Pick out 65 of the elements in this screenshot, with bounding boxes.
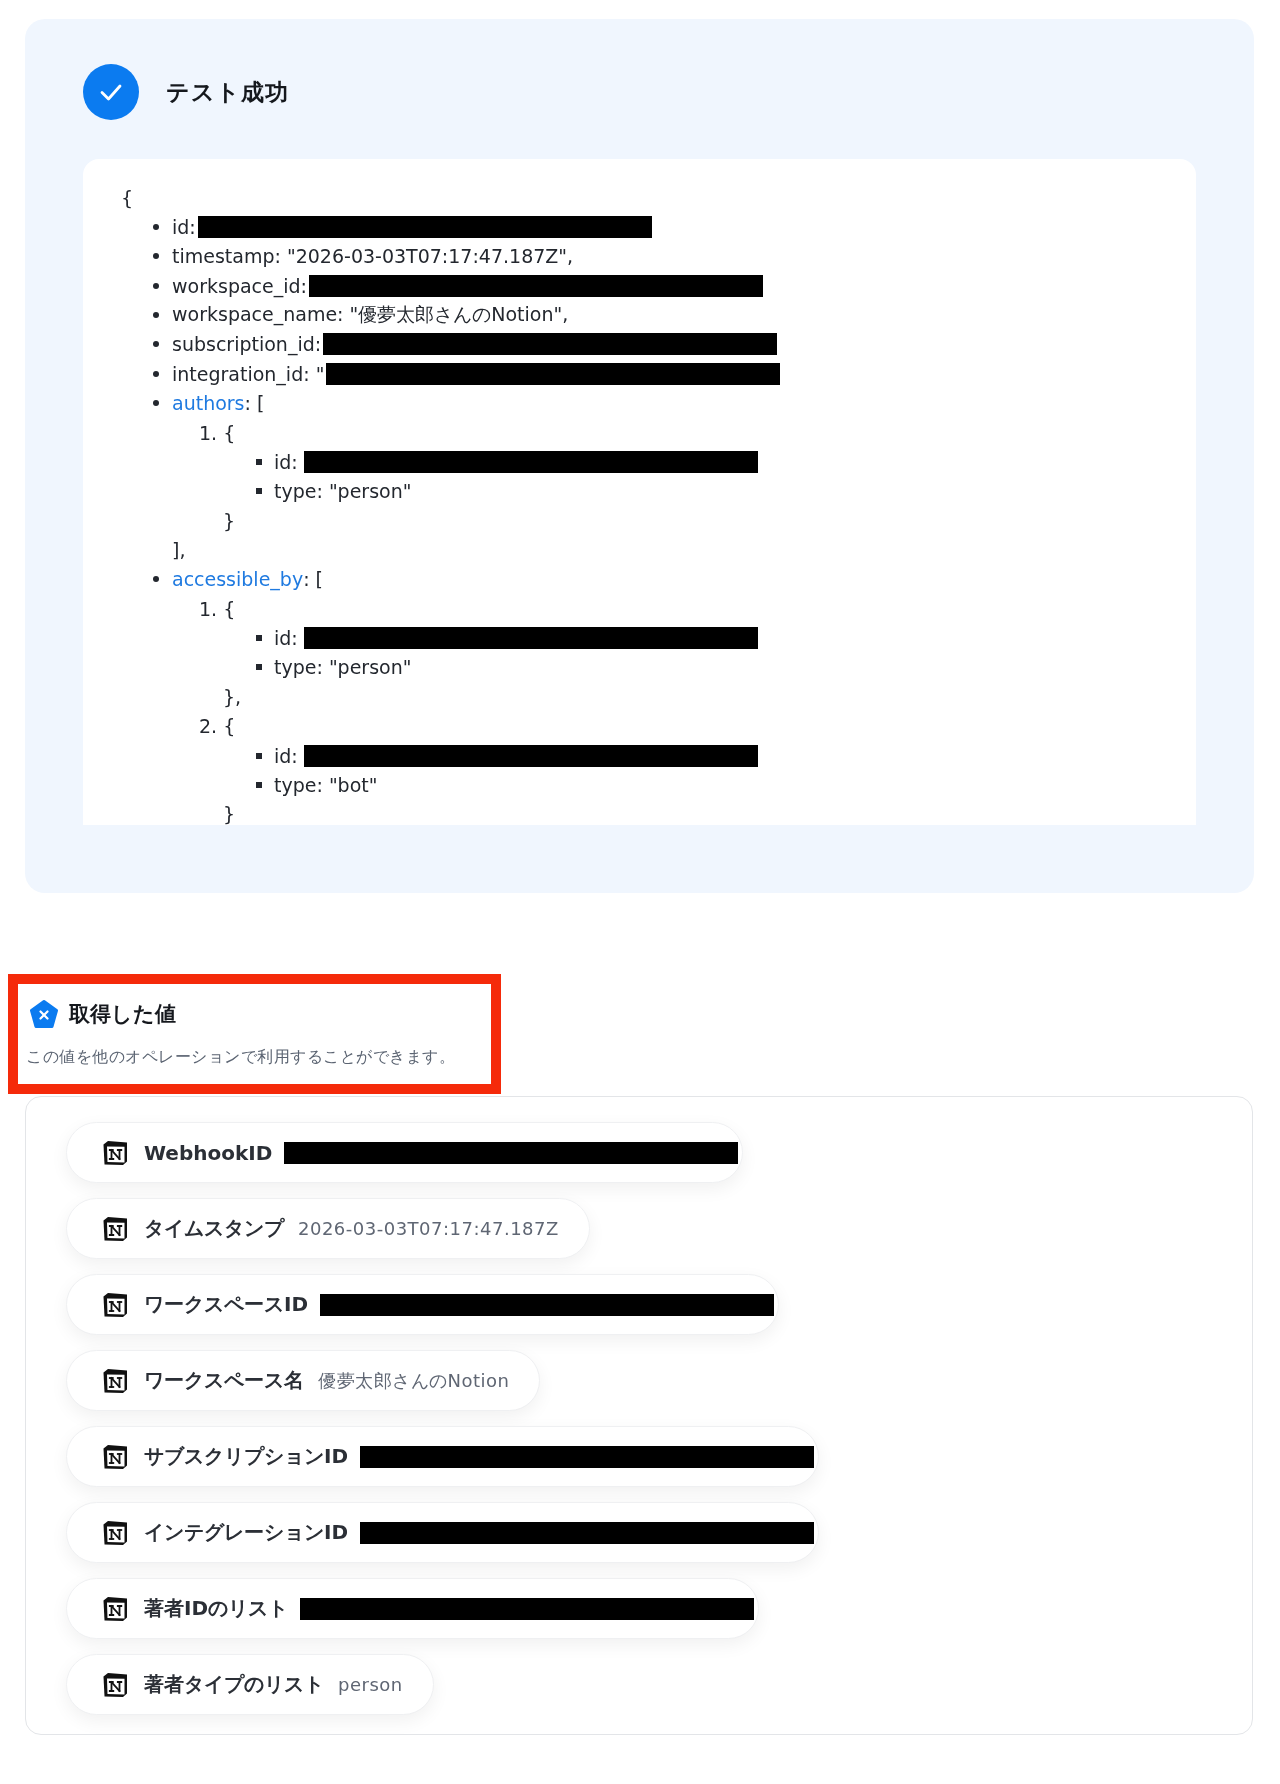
value-label: 著者IDのリスト	[144, 1595, 289, 1622]
bullet-icon	[153, 253, 159, 260]
json-brace: }	[223, 509, 236, 532]
logo-icon	[102, 1367, 128, 1394]
square-bullet-icon	[256, 635, 262, 642]
json-field-text: timestamp: "2026-03-03T07:17:47.187Z",	[172, 245, 574, 268]
list-number: 2.	[199, 715, 218, 738]
array-key-link[interactable]: accessible_by	[172, 568, 304, 591]
bullet-icon	[153, 282, 159, 289]
json-brace: }	[223, 803, 236, 825]
logo-icon	[102, 1291, 128, 1318]
logo-icon	[102, 1443, 128, 1470]
value-label: ワークスペースID	[144, 1291, 309, 1318]
json-brace: },	[223, 685, 242, 708]
json-brace: {	[223, 597, 236, 620]
bullet-icon	[153, 576, 159, 583]
json-brace: {	[223, 715, 236, 738]
json-bracket: : [	[244, 392, 265, 415]
bullet-icon	[153, 224, 159, 231]
list-number: 1.	[199, 597, 218, 620]
bullet-icon	[153, 400, 159, 407]
json-brace: {	[121, 186, 134, 209]
value-label: サブスクリプションID	[144, 1443, 349, 1470]
square-bullet-icon	[256, 458, 262, 465]
json-field-text: id:	[172, 216, 196, 239]
json-brace: {	[223, 421, 236, 444]
value-label: インテグレーションID	[144, 1519, 349, 1546]
section-title: 取得した値	[69, 1001, 176, 1028]
json-field-text: workspace_id:	[172, 274, 307, 297]
square-bullet-icon	[256, 781, 262, 788]
list-number: 1.	[199, 421, 218, 444]
json-bracket: ],	[172, 539, 186, 561]
square-bullet-icon	[256, 488, 262, 495]
value-text: person	[338, 1674, 403, 1695]
logo-icon	[102, 1139, 128, 1166]
json-field-text: type: "person"	[274, 480, 412, 503]
square-bullet-icon	[256, 664, 262, 671]
pentagon-icon	[29, 999, 59, 1029]
json-field-text: id:	[274, 744, 298, 767]
bullet-icon	[153, 312, 159, 319]
json-bracket: : [	[303, 568, 323, 591]
bullet-icon	[153, 341, 159, 348]
json-field-text: workspace_name: "優夢太郎さんのNotion",	[172, 302, 569, 328]
value-text: 優夢太郎さんのNotion	[318, 1368, 510, 1393]
json-field-text: id:	[274, 450, 298, 473]
value-label: タイムスタンプ	[144, 1215, 284, 1242]
json-field-text: id:	[274, 627, 298, 650]
logo-icon	[102, 1595, 128, 1622]
value-label: 著者タイプのリスト	[144, 1671, 324, 1698]
logo-icon	[102, 1671, 128, 1698]
value-label: ワークスペース名	[144, 1367, 304, 1394]
json-field-text: subscription_id:	[172, 333, 322, 356]
value-label: WebhookID	[144, 1140, 273, 1165]
json-field-text: type: "bot"	[274, 773, 378, 796]
logo-icon	[102, 1519, 128, 1546]
bullet-icon	[153, 370, 159, 377]
result-title: テスト成功	[166, 77, 289, 107]
check-circle-icon	[83, 64, 139, 120]
array-key-link[interactable]: authors	[172, 392, 245, 415]
value-text: 2026-03-03T07:17:47.187Z	[298, 1218, 559, 1239]
section-description: この値を他のオペレーションで利用することができます。	[26, 1046, 456, 1068]
json-field-text: integration_id: "	[172, 362, 325, 385]
square-bullet-icon	[256, 752, 262, 759]
json-field-text: type: "person"	[274, 656, 412, 679]
logo-icon	[102, 1215, 128, 1242]
